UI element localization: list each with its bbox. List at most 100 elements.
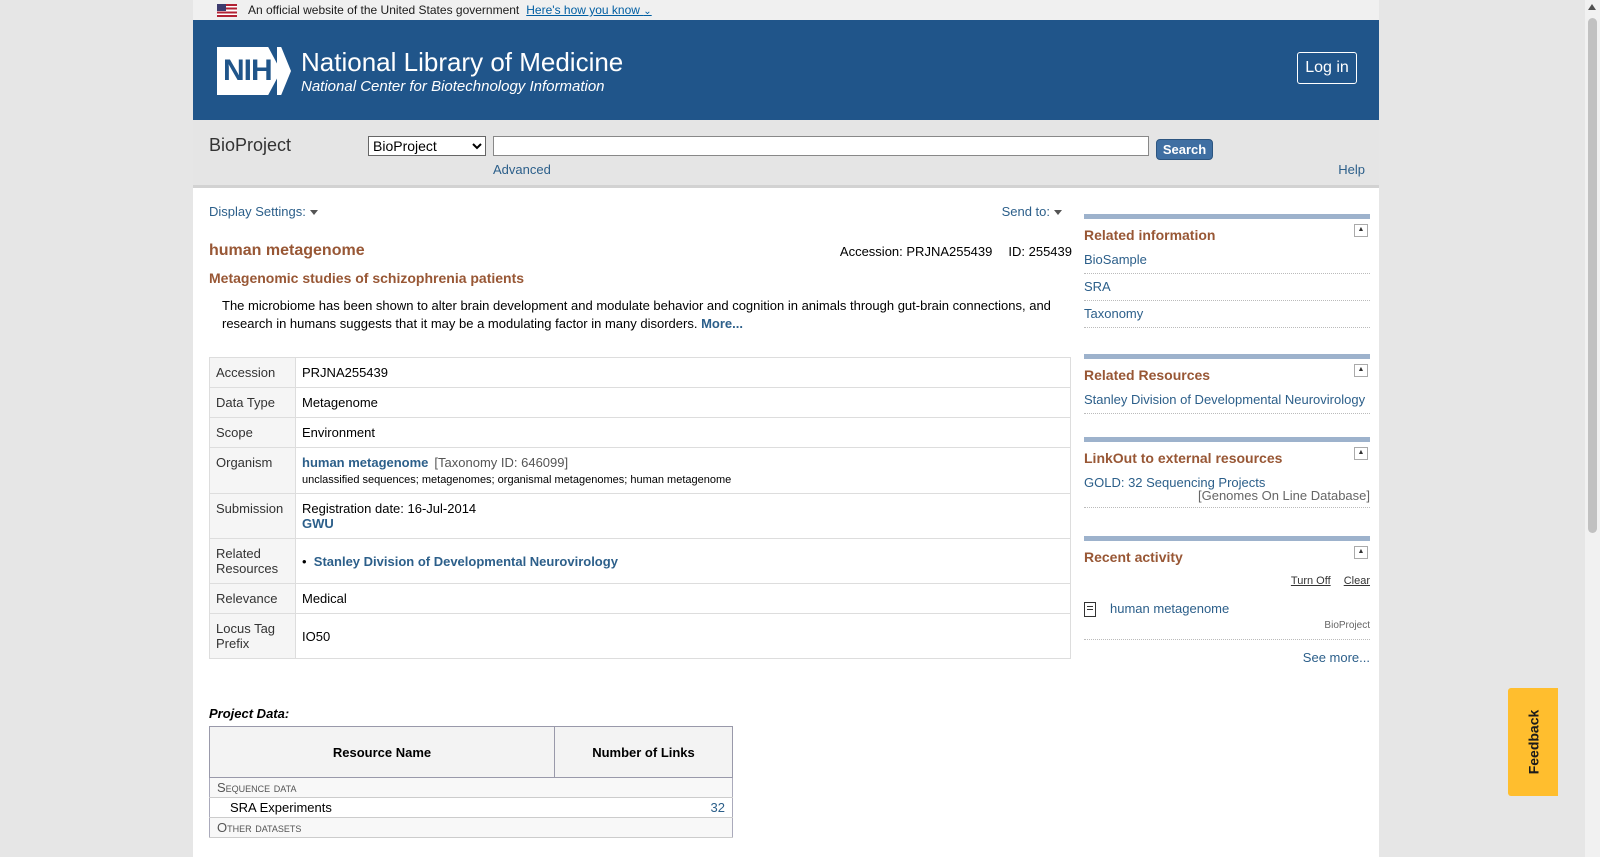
row-label: Related Resources [209, 538, 296, 584]
collapse-icon[interactable]: ▲ [1354, 364, 1368, 377]
collapse-icon[interactable]: ▲ [1354, 224, 1368, 237]
search-input[interactable] [493, 136, 1149, 156]
recent-item-link[interactable]: human metagenome [1110, 601, 1229, 616]
portlet-title: Recent activity [1084, 549, 1183, 565]
feedback-label: Feedback [1525, 709, 1541, 775]
accession-id-line: Accession: PRJNA255439 ID: 255439 [824, 244, 1072, 259]
resource-count-cell: 32 [554, 797, 733, 818]
more-link[interactable]: More... [701, 316, 743, 331]
table-row: Sequence data [209, 777, 733, 798]
how-you-know-label: Here's how you know [526, 3, 640, 17]
row-label: Submission [209, 493, 296, 539]
database-name: BioProject [209, 135, 292, 155]
record-description: The microbiome has been shown to alter b… [222, 297, 1058, 333]
table-header-row: Resource Name Number of Links [209, 726, 733, 778]
nih-logo-box: NIH [217, 47, 281, 95]
us-flag-icon [217, 3, 237, 17]
table-row: Accession PRJNA255439 [209, 357, 1071, 388]
how-you-know-link[interactable]: Here's how you know ⌄ [526, 3, 651, 17]
organism-lineage: unclassified sequences; metagenomes; org… [302, 474, 732, 486]
help-link[interactable]: Help [1338, 162, 1365, 177]
record-subtitle: Metagenomic studies of schizophrenia pat… [209, 270, 525, 286]
linkout-portlet: LinkOut to external resources ▲ GOLD: 32… [1084, 437, 1370, 508]
send-to-label: Send to: [1001, 204, 1050, 219]
related-resources-portlet: Related Resources ▲ Stanley Division of … [1084, 354, 1370, 414]
caret-down-icon [309, 210, 318, 216]
description-text: The microbiome has been shown to alter b… [222, 298, 1051, 331]
row-value: Medical [295, 583, 1071, 614]
resource-name: SRA Experiments [209, 797, 555, 818]
see-more-container: See more... [1084, 650, 1370, 665]
resource-count-link[interactable]: 32 [711, 800, 725, 815]
document-icon [1084, 602, 1096, 617]
project-data-heading: Project Data: [209, 706, 290, 721]
column-header-resource: Resource Name [209, 726, 555, 778]
table-row: Other datasets [209, 817, 733, 838]
send-to-menu[interactable]: Send to: [1002, 204, 1062, 219]
page: An official website of the United States… [193, 0, 1379, 857]
table-row: Data Type Metagenome [209, 387, 1071, 418]
row-label: Scope [209, 417, 296, 448]
group-label: Sequence data [209, 777, 733, 798]
database-select[interactable]: BioProject [368, 136, 486, 156]
related-resource-sidebar-link[interactable]: Stanley Division of Developmental Neurov… [1084, 387, 1370, 414]
portlet-title: Related information [1084, 227, 1216, 243]
recent-actions: Turn Off Clear [1084, 575, 1370, 587]
gold-link[interactable]: GOLD: 32 Sequencing Projects [1084, 470, 1370, 490]
id-text: ID: 255439 [1008, 244, 1072, 259]
nih-logo[interactable]: NIH [217, 47, 291, 95]
display-settings-menu[interactable]: Display Settings: [209, 204, 318, 219]
submitter-link[interactable]: GWU [302, 516, 334, 531]
scroll-up-icon[interactable] [1588, 4, 1596, 10]
table-row: Scope Environment [209, 417, 1071, 448]
submission-cell: Registration date: 16-Jul-2014 GWU [295, 493, 1071, 539]
table-row: Related Resources • Stanley Division of … [209, 538, 1071, 584]
record-title: human metagenome [209, 242, 365, 259]
chevron-down-icon: ⌄ [643, 6, 652, 17]
row-label: Data Type [209, 387, 296, 418]
recent-activity-portlet: Recent activity ▲ Turn Off Clear human m… [1084, 536, 1370, 665]
vertical-scrollbar[interactable] [1585, 0, 1600, 857]
related-resource-link[interactable]: Stanley Division of Developmental Neurov… [314, 554, 618, 569]
nlm-header: NIH National Library of Medicine Nationa… [193, 20, 1379, 120]
portlet-title: Related Resources [1084, 367, 1211, 383]
search-button[interactable]: Search [1156, 139, 1213, 160]
clear-link[interactable]: Clear [1344, 575, 1370, 587]
taxonomy-id: [Taxonomy ID: 646099] [434, 455, 569, 470]
row-value: Metagenome [295, 387, 1071, 418]
scrollbar-thumb[interactable] [1588, 18, 1597, 533]
table-row: SRA Experiments 32 [209, 797, 733, 818]
feedback-button[interactable]: Feedback [1508, 688, 1558, 796]
ncbi-subtitle: National Center for Biotechnology Inform… [301, 78, 605, 95]
recent-item: human metagenome [1084, 601, 1370, 617]
row-label: Locus Tag Prefix [209, 613, 296, 659]
related-link-taxonomy[interactable]: Taxonomy [1084, 301, 1370, 328]
row-value: Environment [295, 417, 1071, 448]
row-label: Accession [209, 357, 296, 388]
table-row: Organism human metagenome [Taxonomy ID: 6… [209, 447, 1071, 494]
related-link-biosample[interactable]: BioSample [1084, 247, 1370, 274]
column-header-links: Number of Links [554, 726, 733, 778]
advanced-search-link[interactable]: Advanced [493, 162, 551, 177]
collapse-icon[interactable]: ▲ [1354, 546, 1368, 559]
see-more-link[interactable]: See more... [1303, 650, 1370, 665]
nih-chevron-icon [277, 47, 291, 95]
row-value: IO50 [295, 613, 1071, 659]
group-label: Other datasets [209, 817, 733, 838]
organism-link[interactable]: human metagenome [302, 455, 428, 470]
collapse-icon[interactable]: ▲ [1354, 447, 1368, 460]
related-link-sra[interactable]: SRA [1084, 274, 1370, 301]
display-settings-label: Display Settings: [209, 204, 306, 219]
recent-item-db: BioProject [1084, 620, 1370, 640]
portlet-title: LinkOut to external resources [1084, 450, 1283, 466]
registration-date: Registration date: 16-Jul-2014 [302, 501, 477, 516]
login-button[interactable]: Log in [1297, 52, 1357, 84]
nlm-title: National Library of Medicine [301, 47, 624, 77]
table-row: Relevance Medical [209, 583, 1071, 614]
accession-text: Accession: PRJNA255439 [839, 244, 993, 259]
project-info-table: Accession PRJNA255439 Data Type Metageno… [209, 357, 1071, 659]
table-row: Submission Registration date: 16-Jul-201… [209, 493, 1071, 539]
turn-off-link[interactable]: Turn Off [1291, 575, 1331, 587]
caret-down-icon [1054, 210, 1062, 216]
project-data-table: Resource Name Number of Links Sequence d… [209, 726, 733, 838]
